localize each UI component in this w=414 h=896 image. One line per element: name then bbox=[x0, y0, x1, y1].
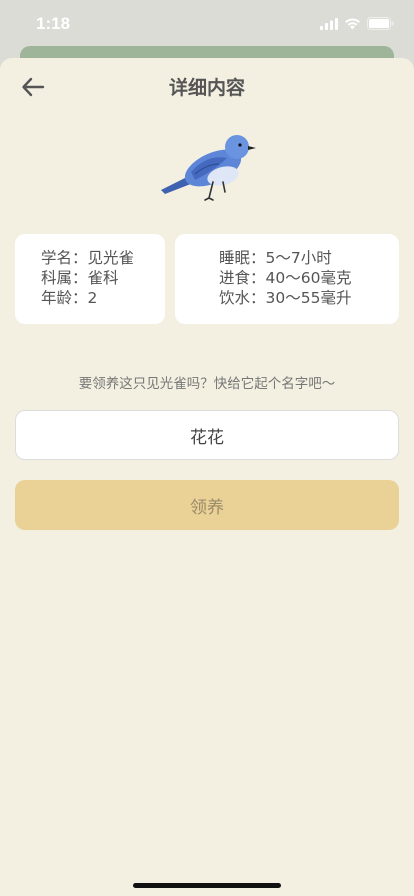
adopt-button[interactable]: 领养 bbox=[15, 480, 399, 530]
page-title: 详细内容 bbox=[168, 77, 245, 99]
age: 年龄：2 bbox=[41, 289, 98, 307]
basic-info-card: 学名：见光雀 科属：雀科 年龄：2 bbox=[15, 234, 165, 324]
scientific-name: 学名：见光雀 bbox=[41, 249, 135, 267]
detail-sheet: 详细内容 学名：见光雀 科属：雀科 年龄：2 睡眠：5～7小时 进食：40～60… bbox=[0, 58, 414, 896]
bird-image bbox=[155, 124, 260, 204]
food-info: 进食：40～60毫克 bbox=[219, 269, 352, 287]
adopt-prompt: 要领养这只见光雀吗？快给它起个名字吧～ bbox=[78, 376, 336, 392]
status-time: 1:18 bbox=[36, 14, 71, 33]
pet-name-input[interactable] bbox=[15, 410, 399, 460]
status-bar: 1:18 bbox=[0, 0, 414, 48]
water-info: 饮水：30～55毫升 bbox=[219, 289, 352, 307]
home-indicator bbox=[133, 883, 281, 888]
status-icons bbox=[320, 15, 394, 34]
battery-icon bbox=[367, 15, 394, 34]
care-info-card: 睡眠：5～7小时 进食：40～60毫克 饮水：30～55毫升 bbox=[175, 234, 399, 324]
sleep-info: 睡眠：5～7小时 bbox=[219, 249, 332, 267]
wifi-icon bbox=[344, 15, 361, 34]
family: 科属：雀科 bbox=[41, 269, 119, 287]
nav-bar: 详细内容 bbox=[0, 58, 414, 114]
signal-icon bbox=[320, 15, 338, 34]
